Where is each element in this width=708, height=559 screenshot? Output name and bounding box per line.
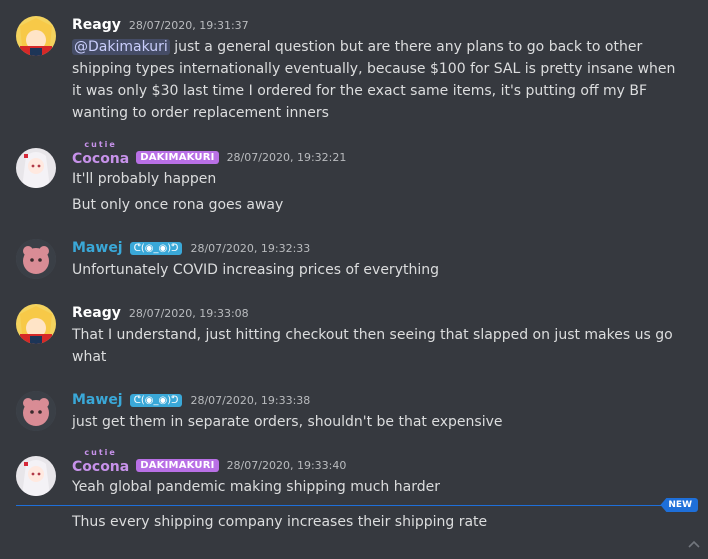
message-text-after-new: Thus every shipping company increases th… — [72, 514, 488, 530]
avatar-mawej[interactable] — [16, 391, 56, 431]
message-1: Reagy 28/07/2020, 19:31:37 @Dakimakuri j… — [0, 14, 708, 126]
author-name: Cocona — [72, 458, 130, 475]
message-text: @Dakimakuri just a general question but … — [72, 36, 682, 124]
message-text: That I understand, just hitting checkout… — [72, 327, 678, 365]
author-name-cocona[interactable]: cutie Cocona — [72, 448, 130, 475]
timestamp[interactable]: 28/07/2020, 19:32:33 — [190, 242, 310, 255]
message-text: Yeah global pandemic making shipping muc… — [72, 479, 440, 495]
reagy-avatar-image — [16, 304, 56, 344]
avatar-cocona[interactable] — [16, 456, 56, 496]
reagy-avatar-image — [16, 16, 56, 56]
author-name[interactable]: Mawej — [72, 240, 123, 256]
author-name[interactable]: Reagy — [72, 305, 121, 321]
emote-tag[interactable]: ᕦ(◉_◉)ᕤ — [129, 241, 183, 255]
author-name[interactable]: Reagy — [72, 17, 121, 33]
message-line-1: It'll probably happen — [72, 171, 217, 187]
cocona-avatar-image — [16, 148, 56, 188]
mawej-avatar-image — [16, 239, 56, 279]
emote-tag[interactable]: ᕦ(◉_◉)ᕤ — [129, 393, 183, 407]
avatar-cocona[interactable] — [16, 148, 56, 188]
author-name[interactable]: Mawej — [72, 392, 123, 408]
author-superscript: cutie — [84, 139, 117, 149]
timestamp[interactable]: 28/07/2020, 19:31:37 — [129, 19, 249, 32]
new-messages-divider — [16, 505, 664, 506]
message-text: Unfortunately COVID increasing prices of… — [72, 262, 439, 278]
avatar-mawej[interactable] — [16, 239, 56, 279]
message-4: Reagy 28/07/2020, 19:33:08 That I unders… — [0, 302, 708, 370]
mawej-avatar-image — [16, 391, 56, 431]
author-name-cocona[interactable]: cutie Cocona — [72, 140, 130, 167]
role-tag[interactable]: DAKIMAKURI — [136, 150, 219, 164]
message-2: cutie Cocona DAKIMAKURI 28/07/2020, 19:3… — [0, 140, 708, 218]
avatar-reagy[interactable] — [16, 304, 56, 344]
timestamp[interactable]: 28/07/2020, 19:33:40 — [227, 459, 347, 472]
author-superscript: cutie — [84, 447, 117, 457]
message-line-2: But only once rona goes away — [72, 197, 284, 213]
timestamp[interactable]: 28/07/2020, 19:32:21 — [227, 151, 347, 164]
author-name: Cocona — [72, 150, 130, 167]
message-6: cutie Cocona DAKIMAKURI 28/07/2020, 19:3… — [0, 448, 708, 500]
cocona-avatar-image — [16, 456, 56, 496]
message-text: just get them in separate orders, should… — [72, 414, 503, 430]
role-tag[interactable]: DAKIMAKURI — [136, 458, 219, 472]
message-3: Mawej ᕦ(◉_◉)ᕤ 28/07/2020, 19:32:33 Unfor… — [0, 237, 708, 283]
timestamp[interactable]: 28/07/2020, 19:33:38 — [190, 394, 310, 407]
avatar-reagy[interactable] — [16, 16, 56, 56]
timestamp[interactable]: 28/07/2020, 19:33:08 — [129, 307, 249, 320]
mention-dakimakuri[interactable]: @Dakimakuri — [72, 39, 170, 55]
chevron-up-icon[interactable] — [688, 537, 700, 551]
new-badge: NEW — [660, 498, 698, 512]
message-5: Mawej ᕦ(◉_◉)ᕤ 28/07/2020, 19:33:38 just … — [0, 389, 708, 435]
